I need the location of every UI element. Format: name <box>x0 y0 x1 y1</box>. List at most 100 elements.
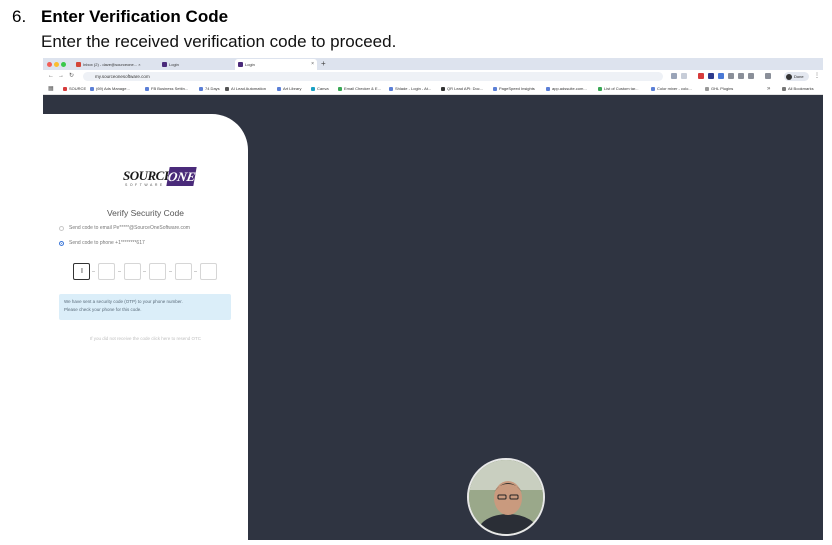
menu-icon[interactable]: ⋮ <box>814 72 820 81</box>
extension-icon[interactable] <box>671 73 677 79</box>
browser-screenshot: Inbox (2) - dave@sourceone... × Login Lo… <box>43 58 823 540</box>
bookmark-icon <box>90 87 94 91</box>
url-text: my.sourceonesoftware.com <box>95 74 150 79</box>
bookmark-icon <box>441 87 445 91</box>
otp-info-message: We have sent a security code (OTP) to yo… <box>59 294 231 320</box>
tab-label: Inbox (2) - dave@sourceone... × <box>83 62 141 67</box>
new-tab-icon[interactable]: + <box>321 58 326 70</box>
option-phone-label: Send code to phone +1********617 <box>69 240 145 246</box>
code-digit-input[interactable] <box>175 263 192 280</box>
radio-phone[interactable] <box>59 240 64 246</box>
step-description: Enter the received verification code to … <box>41 32 397 51</box>
maximize-window-icon[interactable] <box>61 62 66 67</box>
login-card: SOURCE ONE SOFTWARE Verify Security Code… <box>43 114 248 540</box>
bookmark-icon <box>311 87 315 91</box>
code-separator <box>194 271 197 272</box>
webcam-person-image <box>469 460 543 534</box>
bookmark-icon <box>651 87 655 91</box>
verify-title: Verify Security Code <box>106 208 184 218</box>
bookmark-item-all[interactable]: All Bookmarks <box>782 83 814 95</box>
info-line-2: Please check your phone for this code. <box>64 307 142 312</box>
bookmark-icon <box>225 87 229 91</box>
code-digit-input[interactable] <box>124 263 141 280</box>
bookmark-icon <box>389 87 393 91</box>
extension-icon[interactable] <box>718 73 724 79</box>
code-digit-input[interactable] <box>149 263 166 280</box>
bookmark-item[interactable]: app.adssuite.com... <box>546 83 587 95</box>
tab-label: Login <box>169 62 179 67</box>
bookmark-item[interactable]: (69) Ads Manage... <box>90 83 130 95</box>
extension-icon[interactable] <box>708 73 714 79</box>
tab-label: Login <box>245 62 255 67</box>
bookmark-icon <box>598 87 602 91</box>
bookmark-icon <box>63 87 67 91</box>
browser-tab-inbox[interactable]: Inbox (2) - dave@sourceone... × <box>73 59 168 70</box>
bookmark-item[interactable]: QR Lead API: Doc... <box>441 83 483 95</box>
bookmark-item[interactable]: Email Checker & E... <box>338 83 381 95</box>
code-separator <box>92 271 95 272</box>
option-send-email[interactable]: Send code to email Pe*****@SourceOneSoft… <box>59 224 190 232</box>
bookmark-item[interactable]: Canva <box>311 83 329 95</box>
bookmark-item[interactable]: FB Business Settin... <box>145 83 188 95</box>
bookmark-icon <box>145 87 149 91</box>
bookmark-item[interactable]: Art Library <box>277 83 301 95</box>
text-cursor-icon: I <box>81 268 83 275</box>
extension-icon[interactable] <box>728 73 734 79</box>
browser-tab-login-active[interactable]: Login × <box>235 59 317 70</box>
bookmark-item[interactable]: GHL Plugins <box>705 83 733 95</box>
browser-tab-bar: Inbox (2) - dave@sourceone... × Login Lo… <box>43 58 823 70</box>
bookmarks-overflow-icon[interactable]: » <box>767 85 770 94</box>
code-digit-input[interactable] <box>98 263 115 280</box>
code-digit-input[interactable]: I <box>73 263 90 280</box>
bookmark-item[interactable]: List of Custom tar... <box>598 83 638 95</box>
profile-button[interactable]: Done <box>784 72 809 81</box>
bookmarks-bar: ▦ SOURCE (69) Ads Manage... FB Business … <box>43 83 823 95</box>
browser-tab-login[interactable]: Login <box>159 59 229 70</box>
code-separator <box>143 271 146 272</box>
info-line-1: We have sent a security code (OTP) to yo… <box>64 299 183 304</box>
apps-grid-icon[interactable]: ▦ <box>48 85 54 94</box>
bookmark-icon <box>338 87 342 91</box>
logo-text-source: SOURCE <box>123 168 173 183</box>
option-send-phone[interactable]: Send code to phone +1********617 <box>59 239 145 247</box>
minimize-window-icon[interactable] <box>54 62 59 67</box>
gmail-icon <box>76 62 81 67</box>
code-separator <box>118 271 121 272</box>
code-separator <box>169 271 172 272</box>
login-favicon-icon <box>238 62 243 67</box>
extension-icon[interactable] <box>748 73 754 79</box>
extension-icon[interactable] <box>698 73 704 79</box>
step-number: 6. <box>12 7 27 26</box>
webcam-overlay <box>467 458 545 536</box>
folder-icon <box>782 87 786 91</box>
option-email-label: Send code to email Pe*****@SourceOneSoft… <box>69 225 190 231</box>
radio-email[interactable] <box>59 225 64 231</box>
code-digit-input[interactable] <box>200 263 217 280</box>
bookmark-item[interactable]: Shlade - Login - At... <box>389 83 431 95</box>
bookmark-item[interactable]: Color mixer - colo... <box>651 83 692 95</box>
close-window-icon[interactable] <box>47 62 52 67</box>
close-tab-icon[interactable]: × <box>311 59 314 70</box>
reload-icon[interactable]: ↻ <box>69 72 74 81</box>
logo-text-software: SOFTWARE <box>125 183 165 187</box>
bookmark-star-icon[interactable] <box>681 73 687 79</box>
back-icon[interactable]: ← <box>48 72 54 81</box>
bookmark-icon <box>199 87 203 91</box>
bookmark-icon <box>546 87 550 91</box>
forward-icon[interactable]: → <box>58 72 64 81</box>
login-favicon-icon <box>162 62 167 67</box>
bookmark-item[interactable]: SOURCE <box>63 83 86 95</box>
side-panel-icon[interactable] <box>765 73 771 79</box>
bookmark-item[interactable]: PageSpeed Insights <box>493 83 535 95</box>
resend-otp-link[interactable]: If you did not receive the code click he… <box>43 336 248 341</box>
bookmark-icon <box>493 87 497 91</box>
logo-text-one: ONE <box>166 167 197 186</box>
extension-icon[interactable] <box>738 73 744 79</box>
url-input[interactable]: my.sourceonesoftware.com <box>83 72 663 81</box>
avatar <box>786 73 792 80</box>
profile-label: Done <box>794 74 804 79</box>
step-title: Enter Verification Code <box>41 7 229 26</box>
bookmark-item[interactable]: 74 Days <box>199 83 220 95</box>
bookmark-icon <box>277 87 281 91</box>
bookmark-item[interactable]: AI Lead Automation <box>225 83 266 95</box>
